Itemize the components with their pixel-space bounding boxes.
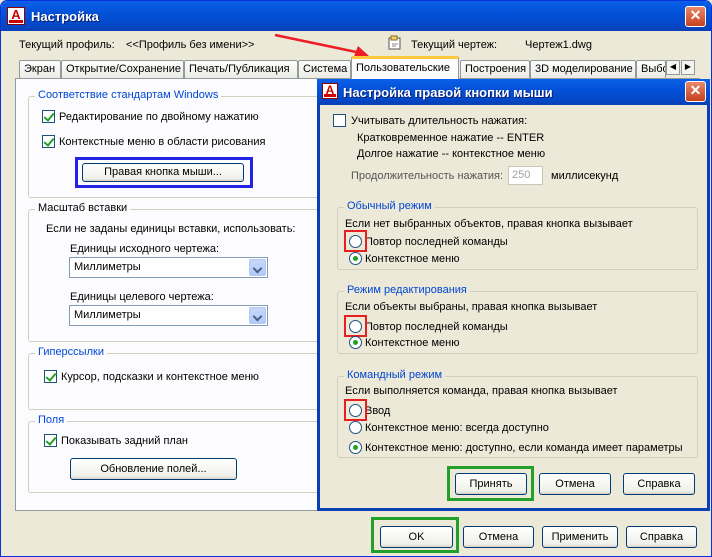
help-button[interactable]: Справка	[626, 526, 697, 548]
command-menu-always-radio[interactable]	[349, 421, 362, 434]
edit-menu-radio[interactable]	[349, 336, 362, 349]
chevron-down-icon[interactable]	[249, 307, 266, 324]
close-window-button[interactable]: ✕	[685, 6, 706, 27]
tab-scroll-left-button[interactable]: ◀	[666, 60, 680, 75]
drawing-label: Текущий чертеж:	[411, 39, 498, 51]
command-enter-label: Ввод	[365, 405, 391, 417]
tab-selection[interactable]: Выбо	[636, 60, 666, 78]
fields-group: Поля	[28, 414, 324, 493]
target-units-label: Единицы целевого чертежа:	[70, 291, 214, 303]
command-menu-always-label: Контекстное меню: всегда доступно	[365, 422, 549, 434]
edit-mode-hint: Если объекты выбраны, правая кнопка вызы…	[345, 301, 598, 313]
hyperlink-cursor-label: Курсор, подсказки и контекстное меню	[61, 371, 259, 383]
arrow-right-icon: ▶	[684, 62, 692, 71]
dialog-title: Настройка правой кнопки мыши	[343, 85, 553, 100]
drawing-icon	[387, 35, 403, 51]
shortcut-menus-checkbox[interactable]	[42, 135, 55, 148]
group-legend: Масштаб вставки	[35, 202, 131, 214]
tab-display[interactable]: Экран	[19, 60, 61, 78]
options-window: A Настройка ✕ Текущий профиль: <<Профиль…	[0, 0, 712, 557]
duration-checkbox[interactable]	[333, 114, 346, 127]
dialog-titlebar[interactable]: A Настройка правой кнопки мыши ✕	[317, 79, 710, 105]
default-mode-hint: Если нет выбранных объектов, правая кноп…	[345, 218, 633, 230]
profile-label: Текущий профиль:	[19, 39, 115, 51]
long-click-text: Долгое нажатие -- контекстное меню	[357, 148, 546, 160]
source-units-select[interactable]: Миллиметры	[69, 257, 268, 278]
duration-option-label: Учитывать длительность нажатия:	[351, 115, 528, 127]
insert-scale-hint: Если не заданы единицы вставки, использо…	[46, 223, 296, 235]
tab-scroll-right-button[interactable]: ▶	[681, 60, 695, 75]
dialog-cancel-button[interactable]: Отмена	[539, 473, 611, 495]
double-click-edit-label: Редактирование по двойному нажатию	[59, 111, 259, 123]
duration-input[interactable]: 250	[508, 166, 543, 185]
command-menu-options-label: Контекстное меню: доступно, если команда…	[365, 442, 683, 454]
group-legend: Гиперссылки	[35, 346, 107, 358]
right-click-customization-button[interactable]: Правая кнопка мыши...	[82, 163, 244, 182]
group-legend: Командный режим	[344, 369, 446, 381]
right-click-customization-dialog: A Настройка правой кнопки мыши ✕ Учитыва…	[317, 79, 710, 511]
close-icon: ✕	[689, 82, 702, 98]
command-enter-radio[interactable]	[349, 404, 362, 417]
cancel-button[interactable]: Отмена	[463, 526, 534, 548]
autocad-logo-icon: A	[322, 83, 338, 99]
default-menu-radio[interactable]	[349, 252, 362, 265]
default-repeat-label: Повтор последней команды	[365, 236, 508, 248]
command-mode-hint: Если выполняется команда, правая кнопка …	[345, 385, 618, 397]
source-units-value: Миллиметры	[74, 261, 141, 273]
default-menu-label: Контекстное меню	[365, 253, 460, 265]
tab-open-save[interactable]: Открытие/Сохранение	[61, 60, 184, 78]
apply-button[interactable]: Применить	[542, 526, 618, 548]
tab-drafting[interactable]: Построения	[460, 60, 530, 78]
profile-value: <<Профиль без имени>>	[126, 39, 255, 51]
source-units-label: Единицы исходного чертежа:	[70, 243, 219, 255]
duration-label: Продолжительность нажатия:	[351, 170, 504, 182]
window-title: Настройка	[31, 9, 99, 24]
dialog-help-button[interactable]: Справка	[623, 473, 695, 495]
command-menu-options-radio[interactable]	[349, 441, 362, 454]
group-legend: Соответствие стандартам Windows	[35, 89, 222, 101]
edit-menu-label: Контекстное меню	[365, 337, 460, 349]
chevron-down-icon[interactable]	[249, 259, 266, 276]
group-legend: Обычный режим	[344, 200, 435, 212]
tab-user-preferences[interactable]: Пользовательские	[351, 56, 459, 79]
dialog-close-button[interactable]: ✕	[685, 81, 706, 102]
drawing-value: Чертеж1.dwg	[525, 39, 592, 51]
target-units-select[interactable]: Миллиметры	[69, 305, 268, 326]
dialog-apply-button[interactable]: Принять	[455, 473, 527, 495]
close-icon: ✕	[689, 7, 702, 23]
hyperlink-cursor-checkbox[interactable]	[44, 370, 57, 383]
autocad-logo-icon: A	[7, 7, 25, 25]
field-background-checkbox[interactable]	[44, 434, 57, 447]
arrow-left-icon: ◀	[669, 62, 677, 71]
duration-unit: миллисекунд	[551, 170, 619, 182]
target-units-value: Миллиметры	[74, 309, 141, 321]
double-click-edit-checkbox[interactable]	[42, 110, 55, 123]
group-legend: Режим редактирования	[344, 284, 470, 296]
field-update-settings-button[interactable]: Обновление полей...	[70, 458, 237, 480]
group-legend: Поля	[35, 414, 68, 426]
shortcut-menus-label: Контекстные меню в области рисования	[59, 136, 266, 148]
edit-repeat-label: Повтор последней команды	[365, 321, 508, 333]
quick-click-text: Кратковременное нажатие -- ENTER	[357, 132, 545, 144]
ok-button[interactable]: OK	[380, 526, 453, 548]
edit-repeat-radio[interactable]	[349, 320, 362, 333]
field-background-label: Показывать задний план	[61, 435, 189, 447]
default-repeat-radio[interactable]	[349, 235, 362, 248]
tab-3d-modeling[interactable]: 3D моделирование	[530, 60, 636, 78]
